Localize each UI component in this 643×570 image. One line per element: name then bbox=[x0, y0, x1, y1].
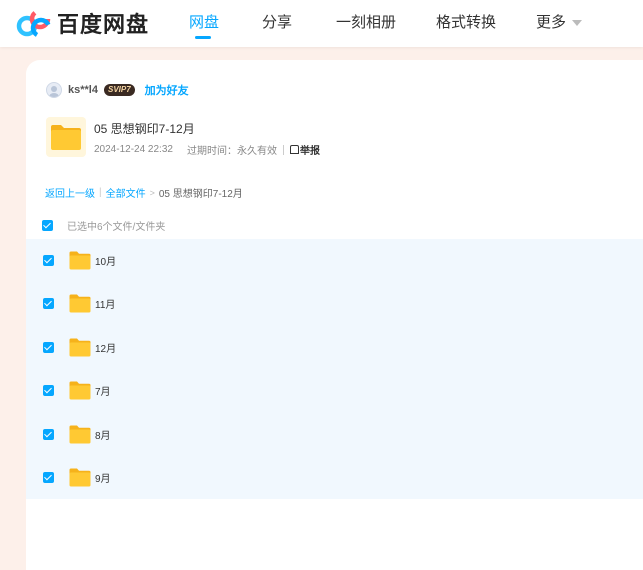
row-checkbox[interactable] bbox=[43, 472, 54, 483]
share-expiry: 过期时间：永久有效 bbox=[186, 146, 277, 157]
row-checkbox[interactable] bbox=[43, 342, 54, 353]
folder-icon bbox=[69, 251, 91, 270]
list-item[interactable]: 8月 bbox=[26, 413, 643, 456]
folder-icon bbox=[69, 425, 91, 444]
row-checkbox[interactable] bbox=[43, 429, 54, 440]
share-owner: ks**l4 SVIP7 加为好友 bbox=[46, 82, 189, 98]
list-item[interactable]: 12月 bbox=[26, 326, 643, 369]
list-item[interactable]: 10月 bbox=[26, 239, 643, 282]
logo-text: 百度网盘 bbox=[57, 12, 150, 37]
share-title: 05 思想钢印7-12月 bbox=[94, 122, 195, 136]
share-card: ks**l4 SVIP7 加为好友 05 思想钢印7-12月 2024-12-2… bbox=[26, 60, 643, 570]
divider bbox=[282, 144, 284, 155]
svip-badge: SVIP7 bbox=[103, 84, 135, 96]
avatar[interactable] bbox=[46, 82, 62, 98]
chevron-down-icon bbox=[572, 20, 583, 27]
file-name: 7月 bbox=[95, 387, 111, 398]
add-friend-link[interactable]: 加为好友 bbox=[145, 82, 189, 98]
file-name: 8月 bbox=[95, 431, 111, 442]
list-item[interactable]: 11月 bbox=[26, 282, 643, 325]
folder-icon bbox=[69, 338, 91, 357]
folder-icon bbox=[69, 294, 91, 313]
file-name: 9月 bbox=[95, 474, 111, 485]
list-item[interactable]: 7月 bbox=[26, 369, 643, 412]
select-all-checkbox[interactable] bbox=[42, 219, 53, 231]
nav-more-label: 更多 bbox=[536, 14, 567, 31]
logo[interactable]: 百度网盘 bbox=[16, 7, 149, 39]
baidu-netdisk-logo-icon bbox=[16, 8, 52, 39]
folder-icon bbox=[69, 381, 91, 400]
nav-album[interactable]: 一刻相册 bbox=[336, 11, 396, 32]
top-bar: 百度网盘 网盘 分享 一刻相册 格式转换 更多 bbox=[0, 0, 643, 47]
owner-username[interactable]: ks**l4 bbox=[68, 84, 98, 96]
nav-format-convert[interactable]: 格式转换 bbox=[436, 11, 496, 32]
file-name: 10月 bbox=[95, 257, 117, 268]
selection-count: 已选中6个文件/文件夹 bbox=[67, 221, 166, 233]
report-button[interactable]: 举报 bbox=[289, 142, 320, 157]
breadcrumb-back[interactable]: 返回上一级 bbox=[45, 185, 95, 200]
breadcrumb-divider: | bbox=[99, 187, 102, 198]
report-icon bbox=[289, 145, 299, 154]
row-checkbox[interactable] bbox=[43, 255, 54, 266]
breadcrumb: 返回上一级 | 全部文件 > 05 思想钢印7-12月 bbox=[45, 185, 243, 200]
folder-icon bbox=[69, 468, 91, 487]
nav-more[interactable]: 更多 bbox=[536, 11, 583, 32]
nav-netdisk[interactable]: 网盘 bbox=[189, 11, 219, 32]
breadcrumb-all-files[interactable]: 全部文件 bbox=[106, 185, 146, 200]
chevron-right-icon: > bbox=[149, 187, 155, 198]
folder-icon bbox=[51, 125, 81, 150]
share-date: 2024-12-24 22:32 bbox=[94, 144, 173, 155]
file-name: 12月 bbox=[95, 344, 117, 355]
file-list: 10月 11月 12月 7月 8月 9月 bbox=[26, 239, 643, 499]
list-item[interactable]: 9月 bbox=[26, 456, 643, 499]
nav-active-indicator bbox=[195, 36, 211, 39]
report-label: 举报 bbox=[299, 146, 320, 157]
share-meta: 2024-12-24 22:32 过期时间：永久有效 举报 bbox=[94, 142, 320, 157]
file-name: 11月 bbox=[95, 300, 116, 311]
share-folder-thumb bbox=[46, 117, 86, 157]
row-checkbox[interactable] bbox=[43, 298, 54, 309]
row-checkbox[interactable] bbox=[43, 385, 54, 396]
breadcrumb-current: 05 思想钢印7-12月 bbox=[158, 189, 243, 200]
nav-share[interactable]: 分享 bbox=[262, 11, 292, 32]
select-all-row: 已选中6个文件/文件夹 bbox=[42, 218, 166, 233]
